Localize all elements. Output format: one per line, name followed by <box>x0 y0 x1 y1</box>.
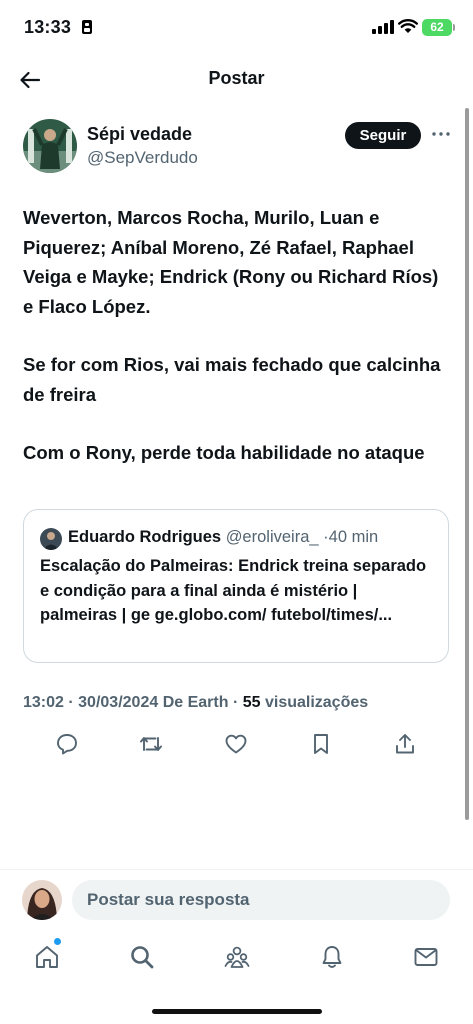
follow-button[interactable]: Seguir <box>345 122 421 149</box>
cellular-signal-icon <box>372 20 394 34</box>
reply-icon[interactable] <box>55 732 79 756</box>
share-icon[interactable] <box>393 732 417 756</box>
post-source: De Earth <box>162 694 229 711</box>
notification-dot <box>54 938 61 945</box>
post-date: 30/03/2024 <box>78 694 159 711</box>
lock-status-icon <box>82 20 92 34</box>
tweet-paragraph: Com o Rony, perde toda habilidade no ata… <box>23 442 425 463</box>
views-count: 55 <box>242 694 261 711</box>
page-title: Postar <box>208 68 265 88</box>
quoted-post-card[interactable]: Eduardo Rodrigues @eroliveira_ ·40 min E… <box>23 509 449 663</box>
home-icon[interactable] <box>34 944 60 970</box>
separator-dot: · <box>68 694 74 711</box>
post-time: 13:02 <box>23 694 64 711</box>
views-label: visualizações <box>264 694 369 711</box>
quoted-post-text: Escalação do Palmeiras: Endrick treina s… <box>40 557 427 624</box>
user-avatar[interactable] <box>22 880 62 920</box>
heart-icon[interactable] <box>224 732 248 756</box>
bookmark-icon[interactable] <box>309 732 333 756</box>
post-meta: 13:02 · 30/03/2024 De Earth · 55 visuali… <box>23 694 368 712</box>
quoted-author-name: Eduardo Rodrigues <box>68 528 222 546</box>
bell-icon[interactable] <box>319 944 345 970</box>
communities-icon[interactable] <box>224 944 250 970</box>
tweet-text: Weverton, Marcos Rocha, Murilo, Luan e P… <box>23 203 443 497</box>
wifi-icon <box>398 19 418 33</box>
tweet-paragraph: Weverton, Marcos Rocha, Murilo, Luan e P… <box>23 207 439 317</box>
quoted-author-handle: @eroliveira_ <box>225 528 319 546</box>
battery-tip <box>453 24 455 31</box>
mail-icon[interactable] <box>413 944 439 970</box>
search-icon[interactable] <box>129 944 155 970</box>
status-time: 13:33 <box>24 17 72 37</box>
scrollbar[interactable] <box>465 108 469 820</box>
back-arrow-icon[interactable] <box>18 68 42 92</box>
battery-indicator: 62 <box>422 19 452 36</box>
separator-dot: · <box>232 694 239 711</box>
quoted-post-age: 40 min <box>328 528 379 546</box>
more-options-icon[interactable] <box>430 126 452 142</box>
reply-input[interactable]: Postar sua resposta <box>72 880 450 920</box>
tweet-paragraph: Se for com Rios, vai mais fechado que ca… <box>23 354 441 405</box>
retweet-icon[interactable] <box>139 732 163 756</box>
divider <box>0 869 473 870</box>
author-avatar[interactable] <box>23 119 77 173</box>
quoted-post-header: Eduardo Rodrigues @eroliveira_ ·40 min <box>68 528 378 547</box>
home-indicator[interactable] <box>152 1009 322 1014</box>
author-name[interactable]: Sépi vedade <box>87 124 192 145</box>
quoted-author-avatar <box>40 528 62 550</box>
author-handle[interactable]: @SepVerdudo <box>87 148 198 168</box>
